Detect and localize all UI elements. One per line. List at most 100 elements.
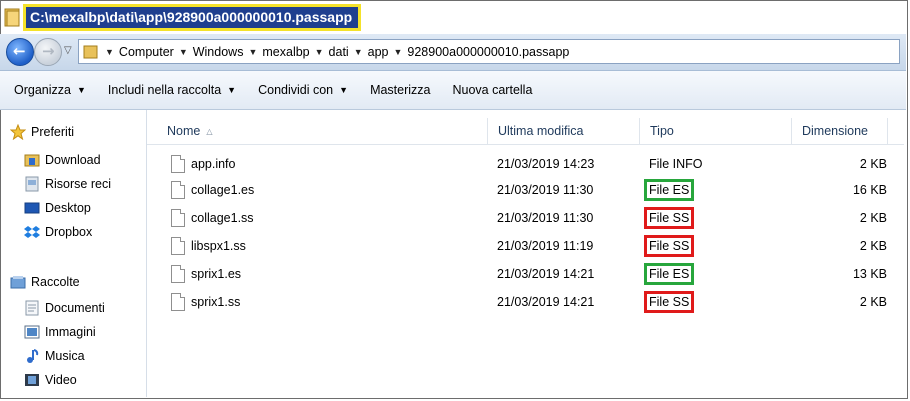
folder-icon [4,8,20,27]
file-row[interactable]: sprix1.es 21/03/2019 14:21 File ES 13 KB [147,262,904,286]
file-row[interactable]: collage1.es 21/03/2019 11:30 File ES 16 … [147,178,904,202]
breadcrumb-mexalbp[interactable]: ▼ mexalbp [248,45,309,59]
chevron-down-icon: ▼ [248,46,258,57]
download-folder-icon [24,154,40,167]
include-in-library-menu[interactable]: Includi nella raccolta ▼ [97,83,247,97]
nav-music[interactable]: Musica [24,348,85,364]
file-name-cell: sprix1.es [171,262,241,286]
file-name-cell: collage1.ss [171,206,254,230]
forward-button[interactable]: → [34,38,62,66]
column-header-modified[interactable]: Ultima modifica [488,118,640,144]
file-type-cell: File ES [644,262,695,286]
nav-recent-places[interactable]: Risorse reci [24,176,144,192]
file-type-highlight-red: File SS [644,207,695,229]
breadcrumb-label: mexalbp [262,44,310,59]
file-name-cell: collage1.es [171,178,254,202]
folder-icon [83,45,98,58]
file-row[interactable]: libspx1.ss 21/03/2019 11:19 File SS 2 KB [147,234,904,258]
file-name-cell: libspx1.ss [171,234,246,258]
file-modified: 21/03/2019 11:30 [497,211,594,225]
breadcrumb-label: app [367,44,389,59]
documents-icon [25,300,39,316]
breadcrumb-windows[interactable]: ▼ Windows [179,45,244,59]
file-type-highlight-green: File ES [644,263,695,285]
chevron-down-icon: ▼ [314,46,324,57]
include-label: Includi nella raccolta [107,83,222,97]
file-name: sprix1.es [191,267,242,281]
breadcrumb-label: dati [328,44,349,59]
dropbox-icon [24,226,40,238]
file-type-cell: File ES [644,178,695,202]
file-size: 2 KB [859,157,887,171]
file-icon [171,265,185,283]
pictures-icon [24,325,40,339]
file-icon [171,155,185,173]
music-icon [27,349,39,363]
breadcrumb-app[interactable]: ▼ app [354,45,389,59]
address-bar[interactable]: ▼ Computer ▼ Windows ▼ mexalbp ▼ dati ▼ app ▼… [78,39,900,64]
organize-menu[interactable]: Organizza ▼ [0,83,97,97]
file-type-cell: File SS [644,206,695,230]
star-icon [10,124,26,140]
column-label: Nome [167,124,201,138]
nav-download[interactable]: Download [24,152,101,168]
nav-dropbox[interactable]: Dropbox [24,224,92,240]
recent-locations-dropdown[interactable]: ▽ [64,45,72,56]
file-icon [171,237,185,255]
sort-ascending-icon: △ [206,126,213,136]
nav-libraries[interactable]: Raccolte [10,274,80,290]
nav-desktop[interactable]: Desktop [24,200,91,216]
back-button[interactable]: ← [6,38,34,66]
forward-arrow-icon: → [42,42,55,60]
command-toolbar: Organizza ▼ Includi nella raccolta ▼ Condi… [0,71,906,110]
burn-button[interactable]: Masterizza [359,83,441,97]
nav-label: Preferiti [31,125,75,139]
file-row[interactable]: sprix1.ss 21/03/2019 14:21 File SS 2 KB [147,290,904,314]
nav-label: Raccolte [31,275,80,289]
share-label: Condividi con [258,83,334,97]
nav-documents[interactable]: Documenti [24,300,105,316]
back-arrow-icon: ← [13,42,26,60]
organize-label: Organizza [14,83,71,97]
nav-label: Immagini [45,325,96,339]
new-folder-button[interactable]: Nuova cartella [442,83,544,97]
chevron-down-icon: ▼ [353,46,363,57]
file-row[interactable]: app.info 21/03/2019 14:23 File INFO 2 KB [147,152,904,176]
nav-pictures[interactable]: Immagini [24,324,96,340]
file-modified: 21/03/2019 14:21 [497,267,595,281]
file-size: 2 KB [859,211,887,225]
navigation-pane: Preferiti Download Risorse reci Desktop … [0,110,147,397]
nav-label: Musica [45,349,85,363]
breadcrumb-dati[interactable]: ▼ dati [315,45,349,59]
chevron-down-icon: ▼ [105,46,114,57]
share-with-menu[interactable]: Condividi con ▼ [247,83,359,97]
file-name-cell: app.info [171,152,235,176]
desktop-icon [24,202,40,214]
file-size: 2 KB [859,295,887,309]
file-type-cell: File SS [644,234,695,258]
file-modified: 21/03/2019 14:21 [497,295,595,309]
breadcrumb-passapp[interactable]: ▼ 928900a000000010.passapp [393,45,569,59]
burn-label: Masterizza [370,83,431,97]
file-icon [171,181,185,199]
nav-label: Video [45,373,77,387]
chevron-down-icon: ▼ [227,85,237,95]
breadcrumb-label: Computer [118,44,174,59]
file-row[interactable]: collage1.ss 21/03/2019 11:30 File SS 2 K… [147,206,904,230]
file-name: sprix1.ss [191,295,241,309]
file-modified: 21/03/2019 11:19 [497,239,594,253]
file-type-highlight-green: File ES [644,179,695,201]
column-header-size[interactable]: Dimensione [792,118,888,144]
breadcrumb-computer[interactable]: ▼ Computer [105,45,174,59]
file-name: libspx1.ss [191,239,246,253]
file-size: 16 KB [852,183,887,197]
chevron-down-icon: ▼ [178,46,188,57]
nav-favorites[interactable]: Preferiti [10,124,74,140]
file-modified: 21/03/2019 14:23 [497,157,595,171]
column-header-name[interactable]: Nome △ [147,118,488,144]
column-header-type[interactable]: Tipo [640,118,792,144]
new-folder-label: Nuova cartella [452,83,533,97]
nav-video[interactable]: Video [24,372,77,388]
column-label: Ultima modifica [498,124,584,138]
file-name: collage1.ss [191,211,254,225]
